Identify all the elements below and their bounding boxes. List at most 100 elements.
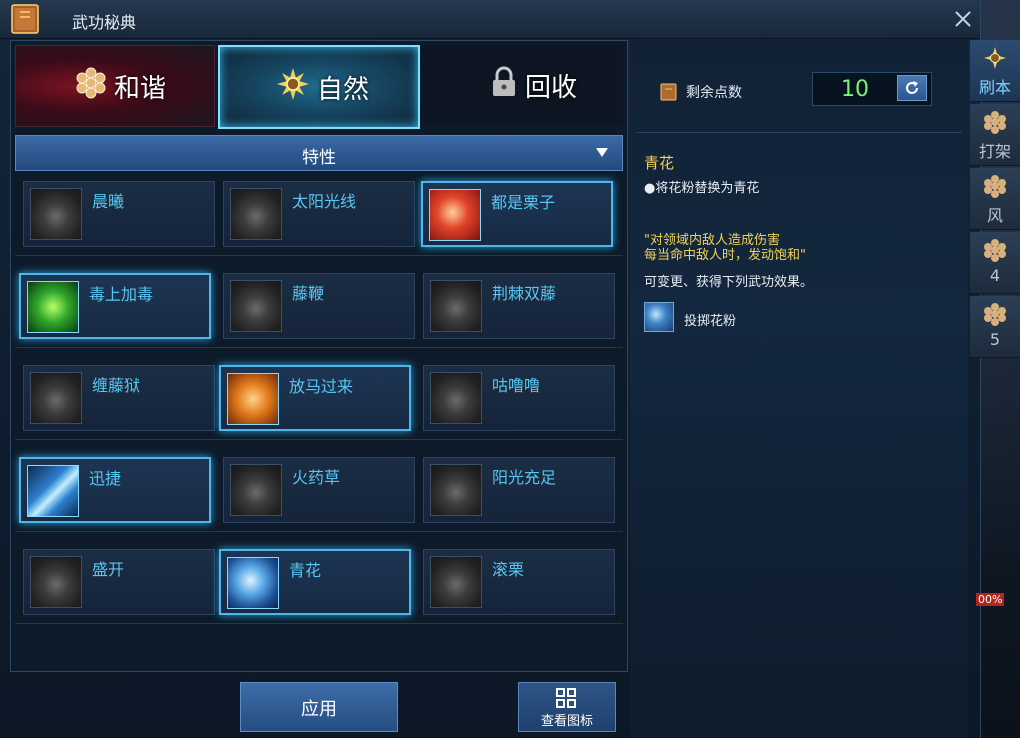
skill-name: 缠藤狱 [92, 376, 141, 395]
dawn-skill-icon [30, 188, 82, 240]
effect-label: 投掷花粉 [684, 314, 737, 329]
skill-info-desc: ●将花粉替换为青花 [644, 181, 760, 196]
skill-name: 太阳光线 [292, 192, 357, 211]
skill-name: 毒上加毒 [89, 285, 154, 304]
skill-slot[interactable]: 晨曦 [23, 181, 215, 247]
tab-nature[interactable]: 自然 [218, 45, 420, 129]
tab-recycle[interactable]: 回收 [421, 45, 623, 125]
side-tabs: 刷本 打架 风 4 5 [970, 40, 1020, 360]
tab-harmony[interactable]: 和谐 [15, 45, 215, 127]
gunpowder-herb-skill-icon [230, 464, 282, 516]
skill-name: 都是栗子 [491, 193, 556, 212]
view-icons-label: 查看图标 [540, 714, 593, 729]
flower-icon [984, 111, 1006, 134]
skill-slot[interactable]: 荆棘双藤 [423, 273, 615, 339]
row-divider [15, 439, 623, 440]
remaining-points-label: 剩余点数 [686, 85, 742, 101]
row-divider [15, 531, 623, 532]
side-tab-dungeon[interactable]: 刷本 [970, 40, 1020, 102]
chestnut-skill-icon [429, 189, 481, 241]
hud-hp-fragment: 00% [976, 593, 1005, 606]
row-divider [15, 255, 623, 256]
bloom-skill-icon [30, 556, 82, 608]
skill-name: 咕噜噜 [492, 376, 541, 395]
skill-slot-selected[interactable]: 毒上加毒 [19, 273, 211, 339]
flower-icon [984, 303, 1006, 326]
apply-button-label: 应用 [301, 699, 337, 720]
trait-dropdown[interactable]: 特性 [15, 135, 623, 171]
skill-name: 放马过来 [289, 377, 354, 396]
skill-slot[interactable]: 盛开 [23, 549, 215, 615]
flower-icon [76, 67, 106, 99]
skill-name: 晨曦 [92, 192, 125, 211]
view-icons-button[interactable]: 查看图标 [518, 682, 616, 732]
divider [636, 132, 962, 133]
skill-slot[interactable]: 太阳光线 [223, 181, 415, 247]
close-button[interactable] [952, 8, 974, 30]
throw-pollen-icon[interactable] [644, 302, 674, 332]
skill-info-panel: 剩余点数 10 青花 ●将花粉替换为青花 "对领域内敌人造成伤害 每当命中敌人时… [630, 40, 968, 738]
martial-arts-window: 武功秘典 和谐 自然 回收 特性 晨曦 太阳光线 都是栗子 毒上加毒 藤鞭 荆棘… [0, 0, 981, 738]
remaining-points: 剩余点数 10 [630, 66, 968, 120]
gurgle-skill-icon [430, 372, 482, 424]
skill-name: 盛开 [92, 560, 125, 579]
stance-tabs: 和谐 自然 回收 [11, 41, 627, 129]
skill-slot[interactable]: 阳光充足 [423, 457, 615, 523]
rolling-chestnut-skill-icon [430, 556, 482, 608]
row-divider [15, 347, 623, 348]
lock-icon [493, 66, 515, 96]
sunshine-skill-icon [430, 464, 482, 516]
skill-slot[interactable]: 滚栗 [423, 549, 615, 615]
skill-name: 青花 [289, 561, 322, 580]
points-box: 10 [812, 72, 932, 106]
side-tab-5[interactable]: 5 [970, 296, 1020, 358]
sun-flower-icon [984, 47, 1006, 69]
side-tab-label: 风 [986, 206, 1003, 225]
sun-flower-icon [277, 68, 309, 100]
tab-harmony-label: 和谐 [114, 74, 167, 104]
vine-prison-skill-icon [30, 372, 82, 424]
skill-slot-selected[interactable]: 放马过来 [219, 365, 411, 431]
skill-slot-selected[interactable]: 迅捷 [19, 457, 211, 523]
side-tab-wind[interactable]: 风 [970, 168, 1020, 230]
book-icon [660, 83, 677, 101]
skill-name: 迅捷 [89, 469, 122, 488]
skill-slot[interactable]: 藤鞭 [223, 273, 415, 339]
side-tab-label: 5 [989, 330, 1001, 349]
row-divider [15, 623, 623, 624]
reset-button[interactable] [897, 75, 927, 101]
book-icon [11, 4, 39, 34]
skill-grid: 晨曦 太阳光线 都是栗子 毒上加毒 藤鞭 荆棘双藤 缠藤狱 放马过来 咕噜噜 迅… [11, 177, 627, 667]
vine-whip-skill-icon [230, 280, 282, 332]
swift-skill-icon [27, 465, 79, 517]
sunbeam-skill-icon [230, 188, 282, 240]
side-tab-fight[interactable]: 打架 [970, 104, 1020, 166]
skill-name: 滚栗 [492, 560, 525, 579]
grid-icon [556, 688, 576, 708]
skill-slot[interactable]: 咕噜噜 [423, 365, 615, 431]
skill-info-quote: 每当命中敌人时，发动饱和" [644, 248, 806, 263]
thorn-vines-skill-icon [430, 280, 482, 332]
skill-name: 阳光充足 [492, 468, 557, 487]
blue-flower-skill-icon [227, 557, 279, 609]
skill-info-title: 青花 [644, 154, 675, 172]
apply-button[interactable]: 应用 [240, 682, 398, 732]
flower-icon [984, 239, 1006, 262]
skill-panel: 和谐 自然 回收 特性 晨曦 太阳光线 都是栗子 毒上加毒 藤鞭 荆棘双藤 缠藤… [10, 40, 628, 672]
skill-slot-selected[interactable]: 青花 [219, 549, 411, 615]
trait-dropdown-label: 特性 [302, 148, 336, 168]
side-tab-4[interactable]: 4 [970, 232, 1020, 294]
remaining-points-value: 10 [841, 77, 869, 102]
skill-name: 藤鞭 [292, 284, 325, 303]
bring-it-on-skill-icon [227, 373, 279, 425]
skill-slot-selected[interactable]: 都是栗子 [421, 181, 613, 247]
skill-name: 荆棘双藤 [492, 284, 557, 303]
tab-nature-label: 自然 [317, 75, 370, 105]
skill-slot[interactable]: 火药草 [223, 457, 415, 523]
skill-slot[interactable]: 缠藤狱 [23, 365, 215, 431]
poison-vine-skill-icon [27, 281, 79, 333]
flower-icon [984, 175, 1006, 198]
side-tab-label: 4 [989, 266, 1001, 285]
skill-info-note: 可变更、获得下列武功效果。 [644, 275, 814, 290]
window-title: 武功秘典 [72, 13, 137, 32]
